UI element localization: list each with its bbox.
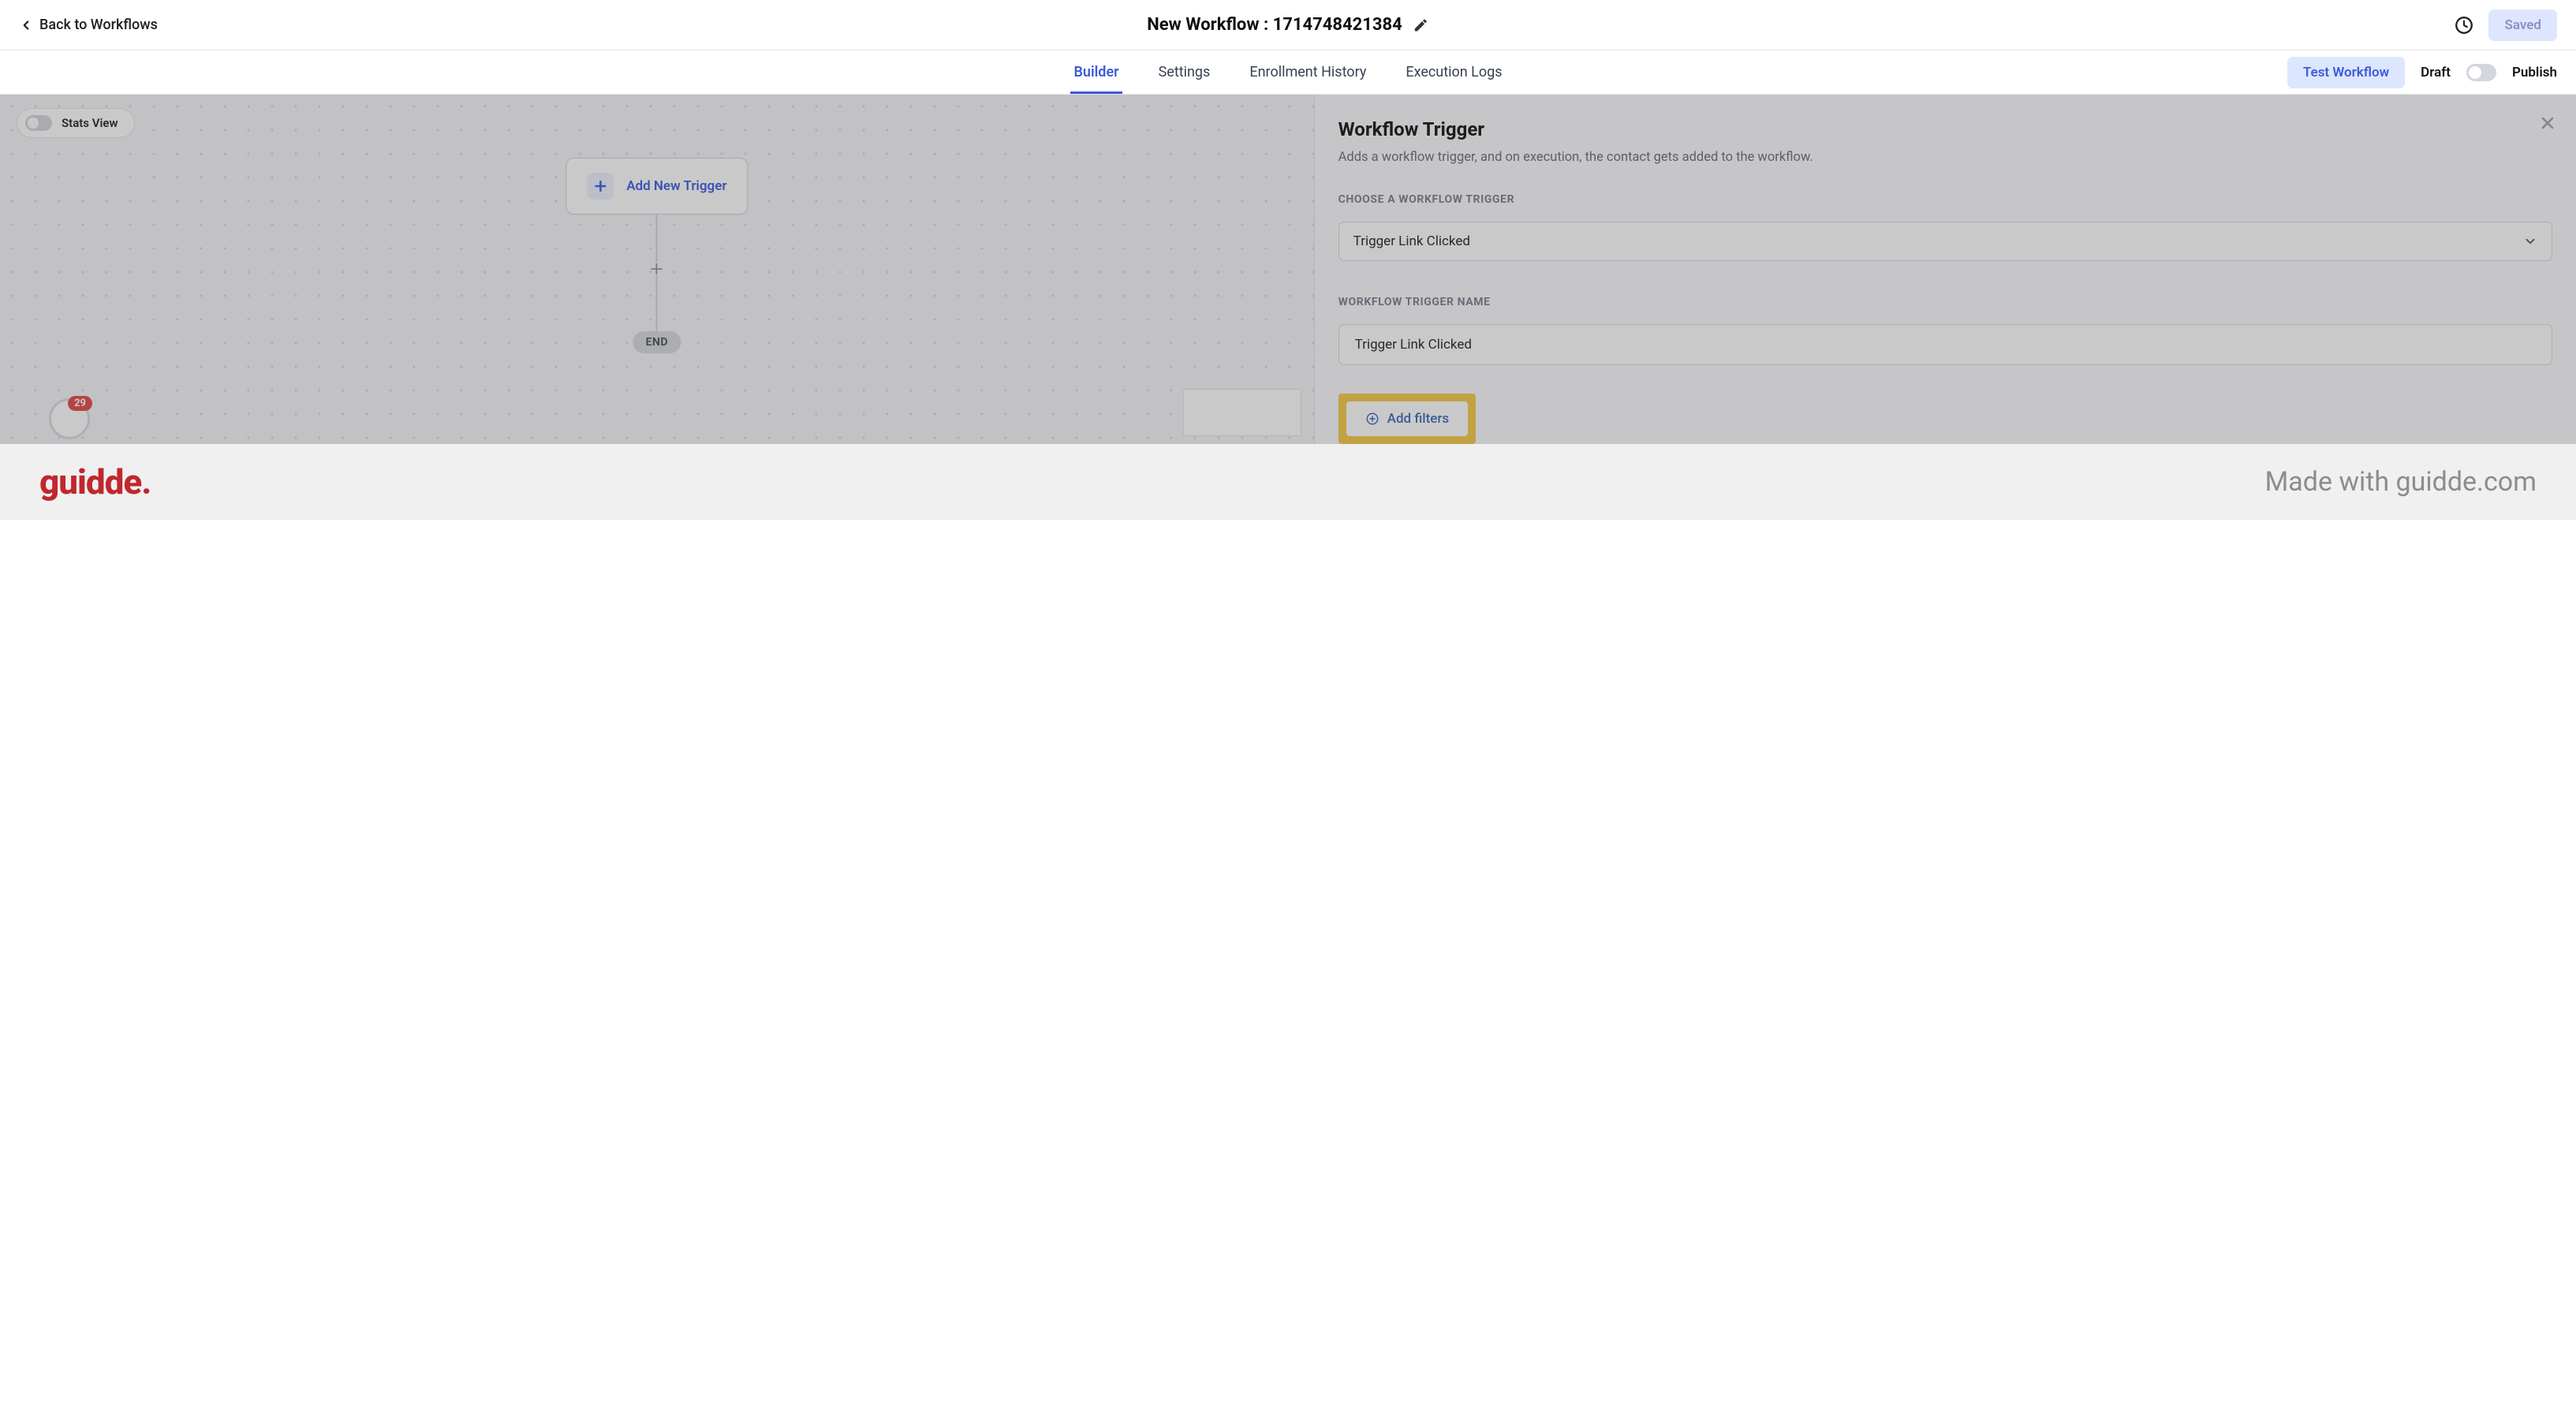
workflow-canvas[interactable]: Stats View Add New Trigger END 29 [0,95,1314,444]
close-icon[interactable] [2538,114,2557,132]
back-to-workflows-link[interactable]: Back to Workflows [19,17,158,33]
trigger-type-value: Trigger Link Clicked [1353,233,1470,249]
back-label: Back to Workflows [39,17,158,33]
history-icon[interactable] [2454,15,2474,35]
tab-enrollment-history[interactable]: Enrollment History [1246,51,1369,93]
chevron-down-icon [2523,234,2537,248]
add-new-trigger-card[interactable]: Add New Trigger [566,158,748,215]
canvas-minimap[interactable] [1183,389,1301,436]
notification-bubble[interactable]: 29 [49,398,90,439]
publish-label: Publish [2512,65,2557,80]
publish-toggle[interactable] [2466,64,2496,81]
tab-settings[interactable]: Settings [1155,51,1214,93]
add-step-icon[interactable] [648,260,666,278]
trigger-name-input-wrap[interactable] [1338,324,2552,365]
edit-title-icon[interactable] [1413,17,1429,33]
trigger-config-panel: Workflow Trigger Adds a workflow trigger… [1314,95,2576,444]
tab-execution-logs[interactable]: Execution Logs [1402,51,1505,93]
trigger-name-input[interactable] [1353,336,2537,353]
draft-label: Draft [2421,65,2451,80]
panel-title: Workflow Trigger [1338,118,2552,140]
plus-circle-icon [1365,412,1379,426]
guidde-footer: guidde. Made with guidde.com [0,444,2576,520]
stats-view-toggle[interactable]: Stats View [17,109,134,137]
trigger-type-select[interactable]: Trigger Link Clicked [1338,222,2552,261]
trigger-name-label: WORKFLOW TRIGGER NAME [1338,296,2552,308]
notification-count: 29 [68,396,92,411]
workflow-title: New Workflow : 1714748421384 [1147,15,1402,35]
choose-trigger-label: CHOOSE A WORKFLOW TRIGGER [1338,193,2552,206]
plus-icon [587,173,614,200]
test-workflow-button[interactable]: Test Workflow [2287,57,2405,88]
add-filters-highlight: Add filters [1338,394,1476,444]
add-trigger-label: Add New Trigger [626,178,726,194]
panel-subtitle: Adds a workflow trigger, and on executio… [1338,150,2552,165]
made-with-label: Made with guidde.com [2265,466,2537,498]
flow-connector [656,215,658,262]
flow-connector [656,276,658,331]
tab-builder[interactable]: Builder [1070,51,1122,93]
chevron-left-icon [19,18,33,32]
add-filters-button[interactable]: Add filters [1346,401,1468,436]
end-badge: END [633,331,681,353]
add-filters-label: Add filters [1387,411,1449,427]
guidde-logo: guidde. [39,461,151,502]
stats-view-label: Stats View [62,116,118,130]
saved-button: Saved [2488,9,2557,41]
